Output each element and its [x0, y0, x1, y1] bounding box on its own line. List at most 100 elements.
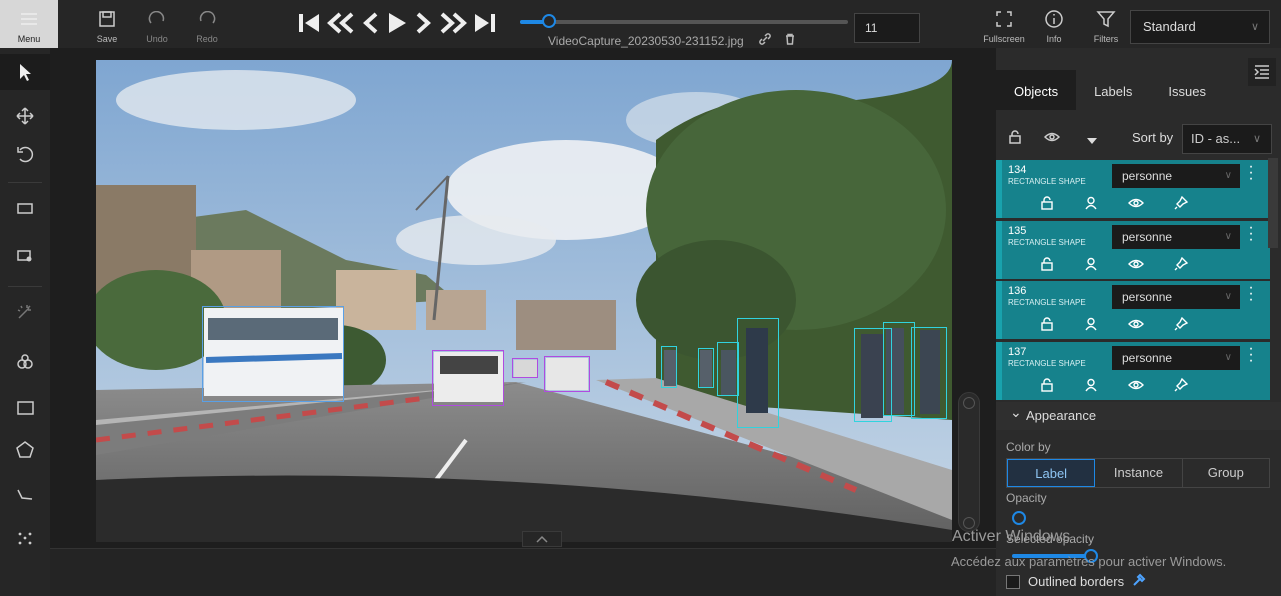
bbox-car[interactable] [512, 358, 538, 378]
eye-icon[interactable] [1128, 257, 1144, 276]
chevron-down-icon: ∨ [1224, 352, 1232, 363]
draw-points-tool[interactable] [0, 520, 50, 556]
bbox-car[interactable] [432, 350, 504, 406]
opacity-slider-handle[interactable] [1012, 511, 1026, 525]
frame-image[interactable] [96, 60, 952, 542]
user-icon[interactable] [1084, 257, 1098, 276]
sort-select[interactable]: ID - as... ∨ [1182, 124, 1272, 154]
link-icon[interactable] [759, 33, 774, 48]
color-by-label-option[interactable]: Label [1007, 459, 1096, 487]
filters-button[interactable]: Filters [1092, 0, 1120, 48]
magic-wand-tool[interactable] [0, 294, 50, 330]
eye-icon[interactable] [1128, 378, 1144, 397]
object-id: 134 [1008, 164, 1027, 176]
sidebar-collapse-icon [1254, 65, 1269, 79]
last-frame-icon[interactable] [472, 8, 498, 38]
pin-icon[interactable] [1174, 256, 1189, 276]
draw-rectangle-tool[interactable] [0, 390, 50, 426]
undo-button[interactable]: Undo [140, 0, 174, 48]
save-button[interactable]: Save [92, 0, 122, 48]
color-picker-icon[interactable] [1132, 573, 1146, 590]
object-label-select[interactable]: personne ∨ [1112, 225, 1240, 249]
play-icon[interactable] [384, 8, 410, 38]
caret-down-icon[interactable] [1086, 132, 1098, 150]
fit-image-tool[interactable] [0, 190, 50, 226]
color-by-group-option[interactable]: Group [1183, 459, 1269, 487]
lock-all-icon[interactable] [1008, 130, 1022, 149]
tab-objects[interactable]: Objects [996, 70, 1077, 110]
fullscreen-button[interactable]: Fullscreen [982, 0, 1026, 48]
expand-panel-button[interactable] [522, 531, 562, 547]
collapse-sidebar-button[interactable] [1248, 58, 1276, 86]
user-icon[interactable] [1084, 378, 1098, 397]
bbox-bus[interactable] [202, 306, 344, 402]
pin-icon[interactable] [1174, 195, 1189, 215]
more-options-icon[interactable]: · · · [1246, 280, 1256, 308]
fast-backward-icon[interactable] [324, 8, 358, 38]
frame-slider-handle[interactable] [542, 14, 556, 28]
object-item[interactable]: 136 RECTANGLE SHAPE personne ∨ · · · [996, 280, 1270, 339]
fullscreen-label: Fullscreen [983, 34, 1025, 44]
info-button[interactable]: Info [1040, 0, 1068, 48]
cursor-tool[interactable] [0, 54, 50, 90]
color-by-instance-option[interactable]: Instance [1095, 459, 1183, 487]
eye-icon[interactable] [1128, 317, 1144, 336]
zoom-slider[interactable] [958, 392, 980, 532]
first-frame-icon[interactable] [296, 8, 322, 38]
object-label-select[interactable]: personne ∨ [1112, 346, 1240, 370]
lock-icon[interactable] [1040, 378, 1054, 397]
filter-icon [1095, 8, 1117, 30]
zoom-region-tool[interactable] [0, 238, 50, 274]
save-icon [96, 8, 118, 30]
zoom-handle[interactable] [963, 397, 975, 409]
controls-sidebar [0, 48, 50, 596]
bbox-person[interactable] [698, 348, 714, 388]
fast-forward-icon[interactable] [436, 8, 470, 38]
user-icon[interactable] [1084, 196, 1098, 215]
ai-tools[interactable] [0, 344, 50, 380]
appearance-header[interactable]: Appearance [996, 398, 1281, 430]
draw-polyline-tool[interactable] [0, 476, 50, 512]
frame-number-input[interactable]: 11 [854, 13, 920, 43]
eye-icon[interactable] [1128, 196, 1144, 215]
object-item[interactable]: 134 RECTANGLE SHAPE personne ∨ · · · [996, 159, 1270, 218]
chevron-down-icon: ∨ [1252, 133, 1261, 145]
workspace-select[interactable]: Standard ∨ [1130, 10, 1270, 44]
polygon-icon [16, 441, 34, 458]
frame-slider[interactable] [520, 14, 848, 28]
more-options-icon[interactable]: · · · [1246, 220, 1256, 248]
user-icon[interactable] [1084, 317, 1098, 336]
eye-all-icon[interactable] [1043, 130, 1061, 149]
tab-issues[interactable]: Issues [1150, 70, 1224, 110]
draw-polygon-tool[interactable] [0, 432, 50, 468]
lock-icon[interactable] [1040, 196, 1054, 215]
outlined-borders-checkbox[interactable] [1006, 574, 1020, 589]
hamburger-icon [18, 8, 40, 30]
next-frame-icon[interactable] [412, 8, 434, 38]
object-label-select[interactable]: personne ∨ [1112, 164, 1240, 188]
more-options-icon[interactable]: · · · [1246, 341, 1256, 369]
bbox-person[interactable] [737, 318, 779, 428]
pin-icon[interactable] [1174, 377, 1189, 397]
previous-frame-icon[interactable] [360, 8, 382, 38]
lock-icon[interactable] [1040, 257, 1054, 276]
object-item[interactable]: 137 RECTANGLE SHAPE personne ∨ · · · [996, 341, 1270, 400]
redo-button[interactable]: Redo [190, 0, 224, 48]
toolbar-divider [8, 182, 42, 183]
menu-button[interactable]: Menu [0, 0, 58, 48]
move-tool[interactable] [0, 98, 50, 134]
object-item[interactable]: 135 RECTANGLE SHAPE personne ∨ · · · [996, 220, 1270, 279]
rotate-tool[interactable] [0, 136, 50, 172]
tab-labels[interactable]: Labels [1076, 70, 1150, 110]
object-label-select[interactable]: personne ∨ [1112, 285, 1240, 309]
more-options-icon[interactable]: · · · [1246, 159, 1256, 187]
bbox-car[interactable] [544, 356, 590, 392]
pin-icon[interactable] [1174, 316, 1189, 336]
sidebar-scrollbar[interactable] [1268, 158, 1278, 248]
lock-icon[interactable] [1040, 317, 1054, 336]
bbox-person[interactable] [911, 327, 947, 419]
delete-frame-icon[interactable] [784, 33, 796, 48]
bbox-person[interactable] [661, 346, 677, 388]
bbox-person[interactable] [717, 342, 739, 396]
outlined-borders-row: Outlined borders [1006, 573, 1146, 590]
